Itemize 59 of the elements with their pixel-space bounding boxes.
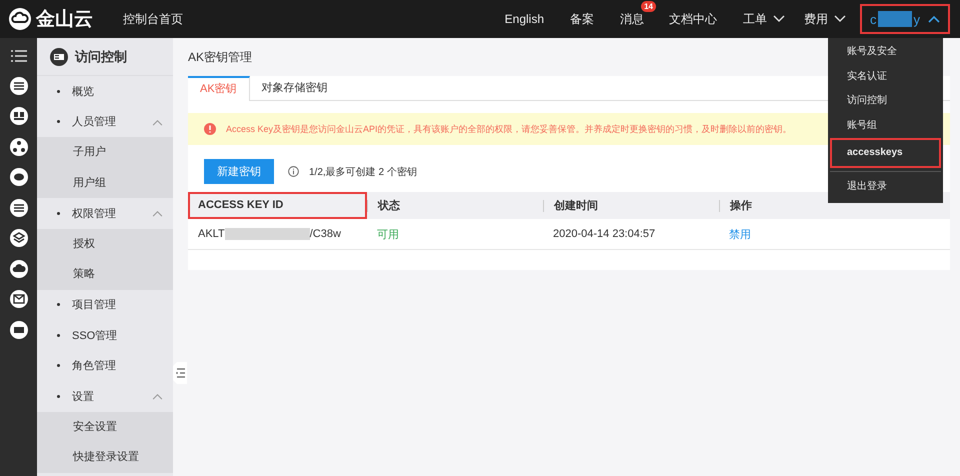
menu-icon[interactable] [10,50,26,62]
sidebar-item[interactable]: 权限管理 [37,198,173,228]
table-cell: 2020-04-14 23:04:57 [553,228,656,240]
menu-item[interactable]: 账号及安全 [830,40,941,64]
menu-item[interactable]: 账号组 [830,114,941,138]
sidebar-subitem[interactable]: 子用户 [37,137,173,168]
sidebar-item[interactable]: SSO管理 [37,320,173,350]
sidebar-subitem[interactable]: 安全设置 [37,412,173,442]
nav-dropdown[interactable]: 工单 [743,10,767,28]
sidebar-item[interactable]: 角色管理 [37,350,173,381]
table-cell: /C38w [310,228,341,240]
table-cell: AKLT [198,228,225,240]
column-header: 创建时间 [543,200,719,212]
menu-item[interactable]: accesskeys [830,138,941,168]
alert-text: Access Key及密钥是您访问金山云API的凭证，具有该账户的全部的权限，请您妥善保管。并养成定时更换密钥的习惯，及时删除以前的密钥。 [226,122,792,136]
menu-item[interactable]: 退出登录 [830,171,941,201]
page-title: AK密钥管理 [188,49,252,66]
mail-icon[interactable] [8,289,28,309]
sidebar-item[interactable]: 项目管理 [37,290,173,320]
sidebar-subitem[interactable]: 快捷登录设置 [37,442,173,472]
sidebar-item[interactable]: 概览 [37,76,173,106]
sidebar-item[interactable]: 人员管理 [37,106,173,137]
sidebar-item[interactable]: 设置 [37,381,173,412]
cloud-icon[interactable] [8,258,28,278]
nav-link[interactable]: 文档中心 [669,10,717,28]
network-icon[interactable] [8,136,28,156]
nav-dropdown[interactable]: 费用 [804,10,828,28]
message-count-badge: 14 [641,0,656,12]
redaction-mask [878,11,912,27]
db-icon[interactable] [8,198,28,218]
nav-link[interactable]: 消息 [620,10,644,28]
sidebar-title: 访问控制 [75,48,127,66]
disk-icon[interactable] [8,167,28,187]
status-text: 可用 [377,228,399,242]
sidebar-subitem[interactable]: 策略 [37,259,173,290]
user-name: c [870,12,876,26]
tab[interactable]: 对象存储密钥 [250,76,340,100]
sidebar-subitem[interactable]: 授权 [37,228,173,259]
card-icon[interactable] [8,320,28,340]
menu-item[interactable]: 实名认证 [830,64,941,89]
team-icon[interactable] [8,106,28,126]
column-header: 状态 [367,200,543,212]
collapse-handle-icon[interactable] [173,362,187,384]
column-header: ACCESS KEY ID [188,192,367,219]
quota-note: 1/2,最多可创建 2 个密钥 [309,166,417,178]
menu-item[interactable]: 访问控制 [830,89,941,114]
warning-icon [204,123,216,135]
user-menu-toggle[interactable]: c y [860,4,950,34]
cloud-logo-icon [8,7,32,31]
info-icon [288,166,299,177]
id-card-icon [49,46,69,66]
layers-icon[interactable] [8,228,28,248]
console-home-link[interactable]: 控制台首页 [123,10,183,28]
sidebar-subitem[interactable]: 用户组 [37,168,173,198]
nav-link[interactable]: 备案 [570,10,594,28]
nav-link[interactable]: English [504,12,544,26]
logo-text[interactable]: 金山云 [36,6,93,32]
server-icon[interactable] [8,76,28,96]
user-name: y [914,12,920,26]
